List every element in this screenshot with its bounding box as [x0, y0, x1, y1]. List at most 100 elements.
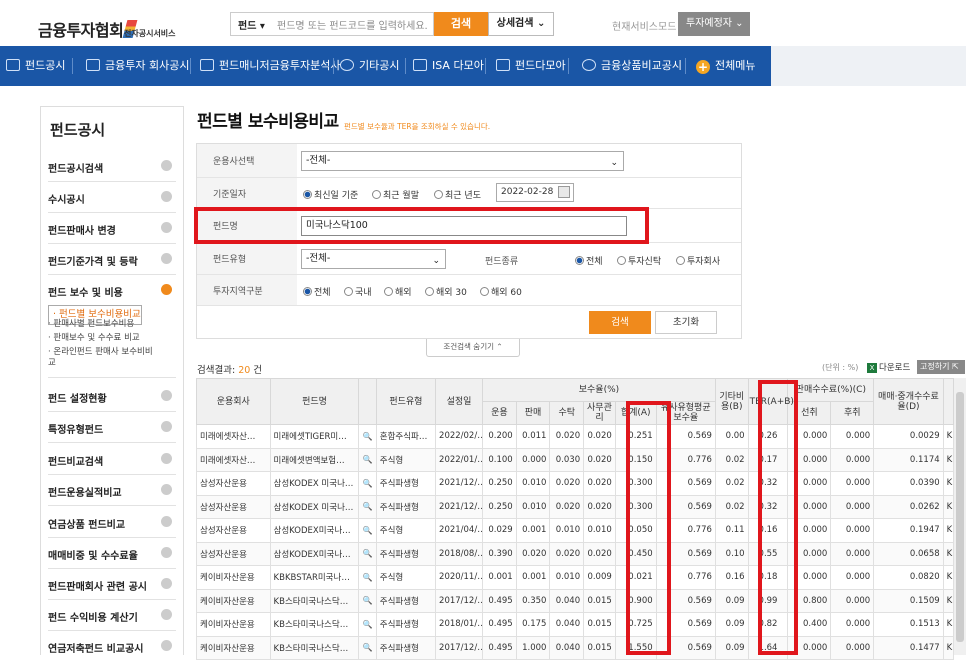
magnifier-icon[interactable]: 🔍 [358, 635, 377, 660]
table-row[interactable]: 삼성자산운용 삼성KODEX 미국나… 🔍 주식파생형 2021/12/… 0.250 0.… [196, 494, 955, 519]
magnifier-icon[interactable]: 🔍 [358, 494, 377, 519]
table-cell[interactable]: KB스타미국나스닥… [269, 635, 360, 660]
collapse-filter-button[interactable]: 조건검색 숨기기 ⌃ [426, 339, 520, 357]
table-row[interactable]: 삼성자산운용 삼성KODEX미국나… 🔍 주식형 2021/04/… 0.029 0.001… [196, 518, 955, 543]
magnifier-icon[interactable]: 🔍 [358, 565, 377, 590]
region-radio-domestic[interactable]: 국내 [344, 285, 372, 298]
nav-product-compare[interactable]: 금융상품비교공시 [582, 46, 682, 86]
col-mgmt[interactable]: 운용 [482, 401, 517, 425]
table-cell: 0.010 [583, 518, 616, 543]
region-radio-overseas[interactable]: 해외 [384, 285, 412, 298]
table-row[interactable]: 삼성자산운용 삼성KODEX 미국나… 🔍 주식파생형 2021/12/… 0.250 0.… [196, 471, 955, 496]
nav-fund-disclosure[interactable]: 펀드공시 [6, 46, 65, 86]
magnifier-icon[interactable]: 🔍 [358, 588, 377, 613]
sidebar-item-fund-compare[interactable]: 펀드비교검색 [48, 444, 176, 475]
table-cell[interactable]: 삼성KODEX미국나… [269, 541, 360, 566]
detail-search-button[interactable]: 상세검색 ⌄ [488, 12, 554, 36]
sidebar-item-performance[interactable]: 펀드운용실적비교 [48, 475, 176, 506]
search-button[interactable]: 검색 [434, 12, 488, 36]
table-cell: 0.010 [549, 518, 585, 543]
table-cell: 0.495 [482, 588, 517, 613]
sidebar-subitem-online-fee[interactable]: · 온라인펀드 판매사 보수비비 [48, 347, 153, 358]
col-company[interactable]: 운용회사 [196, 378, 271, 425]
date-radio-month[interactable]: 최근 월말 [372, 188, 419, 201]
table-cell[interactable]: 삼성KODEX 미국나… [269, 494, 360, 519]
sidebar-item-calculator[interactable]: 펀드 수익비용 계산기 [48, 600, 176, 631]
nav-company-disclosure[interactable]: 금융투자 회사공시 [86, 46, 189, 86]
table-cell[interactable]: 삼성KODEX미국나… [269, 518, 360, 543]
date-radio-year[interactable]: 최근 년도 [434, 188, 481, 201]
fund-kind-radio-all[interactable]: 전체 [575, 254, 603, 267]
site-logo[interactable]: 금융투자협회 [38, 17, 138, 41]
scrollbar-thumb[interactable] [956, 392, 964, 642]
nav-all-menu[interactable]: + 전체메뉴 [696, 46, 755, 86]
filter-reset-button[interactable]: 초기화 [655, 311, 717, 334]
col-date[interactable]: 설정일 [435, 378, 484, 425]
pin-button[interactable]: 고정하기 ⇱ [917, 360, 965, 374]
table-cell: 삼성자산운용 [196, 518, 271, 543]
table-cell: 2018/01/… [435, 612, 484, 637]
download-button[interactable]: X 다운로드 [867, 361, 910, 373]
table-cell[interactable]: 미래에셋변액보험… [269, 447, 360, 472]
nav-fund-damoa[interactable]: 펀드다모아 [496, 46, 566, 86]
region-radio-all[interactable]: 전체 [303, 285, 331, 298]
fund-type-label: 펀드유형 [197, 243, 297, 274]
table-cell: 0.1477 [873, 635, 944, 660]
table-cell[interactable]: KB스타미국나스닥… [269, 588, 360, 613]
magnifier-icon[interactable]: 🔍 [358, 612, 377, 637]
sidebar-item-base-price[interactable]: 펀드기준가격 및 등락 [48, 244, 176, 275]
calendar-icon[interactable] [558, 186, 570, 198]
sidebar-item-seller-disclosure[interactable]: 펀드판매회사 관련 공시 [48, 569, 176, 600]
date-radio-latest[interactable]: 최신일 기준 [303, 188, 358, 201]
search-category-select[interactable]: 펀드 ▾ [238, 17, 265, 32]
sidebar-item-pension-compare[interactable]: 연금상품 펀드비교 [48, 507, 176, 538]
col-other[interactable]: 기타비용(B) [714, 378, 749, 425]
fee-table: 운용회사 펀드명 펀드유형 설정일 보수율(%) 기타비용(B) TER(A+B… [196, 378, 955, 660]
table-cell[interactable]: KBKBSTAR미국나… [269, 565, 360, 590]
region-radio-overseas30[interactable]: 해외 30 [425, 285, 467, 298]
table-cell: 0.000 [830, 635, 875, 660]
table-cell[interactable]: KB스타미국나스닥… [269, 612, 360, 637]
fund-kind-radio-trust[interactable]: 투자신탁 [617, 254, 661, 267]
fund-kind-radio-company[interactable]: 투자회사 [676, 254, 720, 267]
magnifier-icon[interactable]: 🔍 [358, 518, 377, 543]
col-office[interactable]: 사무관리 [583, 401, 616, 425]
magnifier-icon[interactable]: 🔍 [358, 471, 377, 496]
nav-other-disclosure[interactable]: 기타공시 [340, 46, 399, 86]
col-fund[interactable]: 펀드명 [269, 378, 360, 425]
sidebar-item-pension-savings[interactable]: 연금저축펀드 비교공시 [48, 631, 176, 662]
sidebar-subitem-seller-fee[interactable]: · 판매사별 펀드보수비용 [48, 319, 134, 330]
col-trade[interactable]: 매매·중개수수료율(D) [873, 378, 944, 425]
sidebar-subitem-commission-compare[interactable]: · 판매보수 및 수수료 비교 [48, 333, 140, 344]
col-type[interactable]: 펀드유형 [375, 378, 437, 425]
table-row[interactable]: 케이비자산운용 KB스타미국나스닥… 🔍 주식파생형 2017/12/… 0.495 0.3… [196, 588, 955, 613]
magnifier-icon[interactable]: 🔍 [358, 541, 377, 566]
table-row[interactable]: 미래에셋자산… 미래에셋TIGER미… 🔍 혼합주식파… 2022/02/… 0.200 0… [196, 424, 955, 449]
magnifier-icon[interactable]: 🔍 [358, 447, 377, 472]
table-cell[interactable]: 삼성KODEX 미국나… [269, 471, 360, 496]
table-row[interactable]: 미래에셋자산… 미래에셋변액보험… 🔍 주식형 2022/01/… 0.100 0.000 0… [196, 447, 955, 472]
company-select[interactable]: -전체- ⌄ [301, 151, 624, 171]
col-back[interactable]: 후취 [830, 401, 875, 425]
col-trust[interactable]: 수탁 [549, 401, 585, 425]
table-cell[interactable]: 미래에셋TIGER미… [269, 424, 360, 449]
sidebar-item-fund-search[interactable]: 펀드공시검색 [48, 151, 176, 182]
col-sale[interactable]: 판매 [515, 401, 551, 425]
table-row[interactable]: 케이비자산운용 KBKBSTAR미국나… 🔍 주식형 2020/11/… 0.001 0.0… [196, 565, 955, 590]
sidebar-item-trade-ratio[interactable]: 매매비중 및 수수료율 [48, 538, 176, 569]
magnifier-icon[interactable]: 🔍 [358, 424, 377, 449]
filter-search-button[interactable]: 검색 [589, 311, 651, 334]
nav-isa-damoa[interactable]: ISA 다모아 [413, 46, 484, 86]
sidebar-item-special-type[interactable]: 특정유형펀드 [48, 412, 176, 443]
table-row[interactable]: 삼성자산운용 삼성KODEX미국나… 🔍 주식파생형 2018/08/… 0.390 0.0… [196, 541, 955, 566]
table-cell: 주식파생형 [375, 541, 437, 566]
nav-fund-manager[interactable]: 펀드매니저금융투자분석사 [200, 46, 340, 86]
fund-type-select[interactable]: -전체- ⌄ [301, 249, 446, 269]
region-radio-overseas60[interactable]: 해외 60 [480, 285, 522, 298]
table-row[interactable]: 케이비자산운용 KB스타미국나스닥… 🔍 주식파생형 2017/12/… 0.495 1.0… [196, 635, 955, 660]
sidebar-item-seller-change[interactable]: 펀드판매사 변경 [48, 213, 176, 244]
service-mode-select[interactable]: 투자예정자 ⌄ [678, 12, 750, 36]
sidebar-item-frequent[interactable]: 수시공시 [48, 182, 176, 213]
sidebar-item-setup-status[interactable]: 펀드 설정현황 [48, 381, 176, 412]
table-row[interactable]: 케이비자산운용 KB스타미국나스닥… 🔍 주식파생형 2018/01/… 0.495 0.1… [196, 612, 955, 637]
